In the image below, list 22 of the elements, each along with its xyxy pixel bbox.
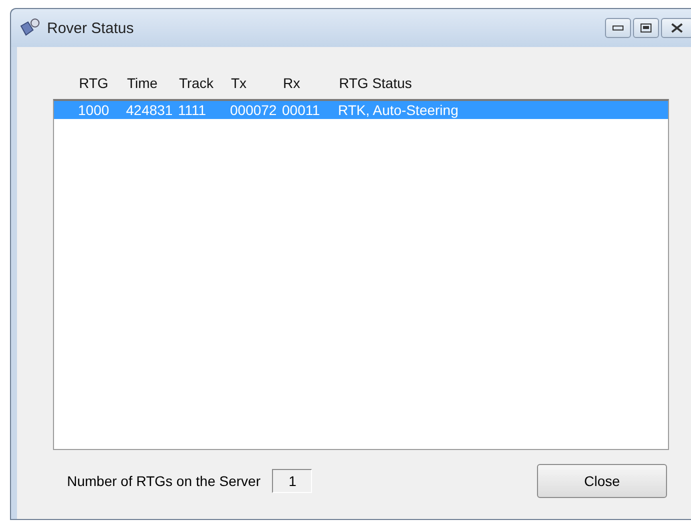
close-button[interactable]: Close xyxy=(537,464,667,498)
window-title: Rover Status xyxy=(47,20,135,36)
count-field: 1 xyxy=(272,469,312,493)
list-cell-text: 000072 xyxy=(230,102,278,118)
column-header[interactable]: Tx xyxy=(231,75,283,91)
close-icon xyxy=(670,23,684,33)
list-cell-text: 424831 xyxy=(126,102,174,118)
column-header[interactable]: Time xyxy=(127,75,179,91)
close-button[interactable] xyxy=(661,18,691,38)
column-header[interactable]: RTG xyxy=(79,75,127,91)
list-cell-text: 1111 xyxy=(178,102,208,118)
column-header[interactable]: Rx xyxy=(283,75,339,91)
column-header[interactable]: RTG Status xyxy=(339,75,691,91)
list-cell-text: RTK, Auto-Steering xyxy=(338,102,460,118)
column-header[interactable]: Track xyxy=(179,75,231,91)
minimize-button[interactable] xyxy=(605,18,631,38)
maximize-icon xyxy=(640,23,652,33)
minimize-icon xyxy=(612,24,624,32)
list-cell-text: 1000 xyxy=(78,102,110,118)
list-cell-text: 00011 xyxy=(282,102,321,118)
server-count-label: Number of RTGs on the Server xyxy=(67,473,260,489)
maximize-button[interactable] xyxy=(633,18,659,38)
